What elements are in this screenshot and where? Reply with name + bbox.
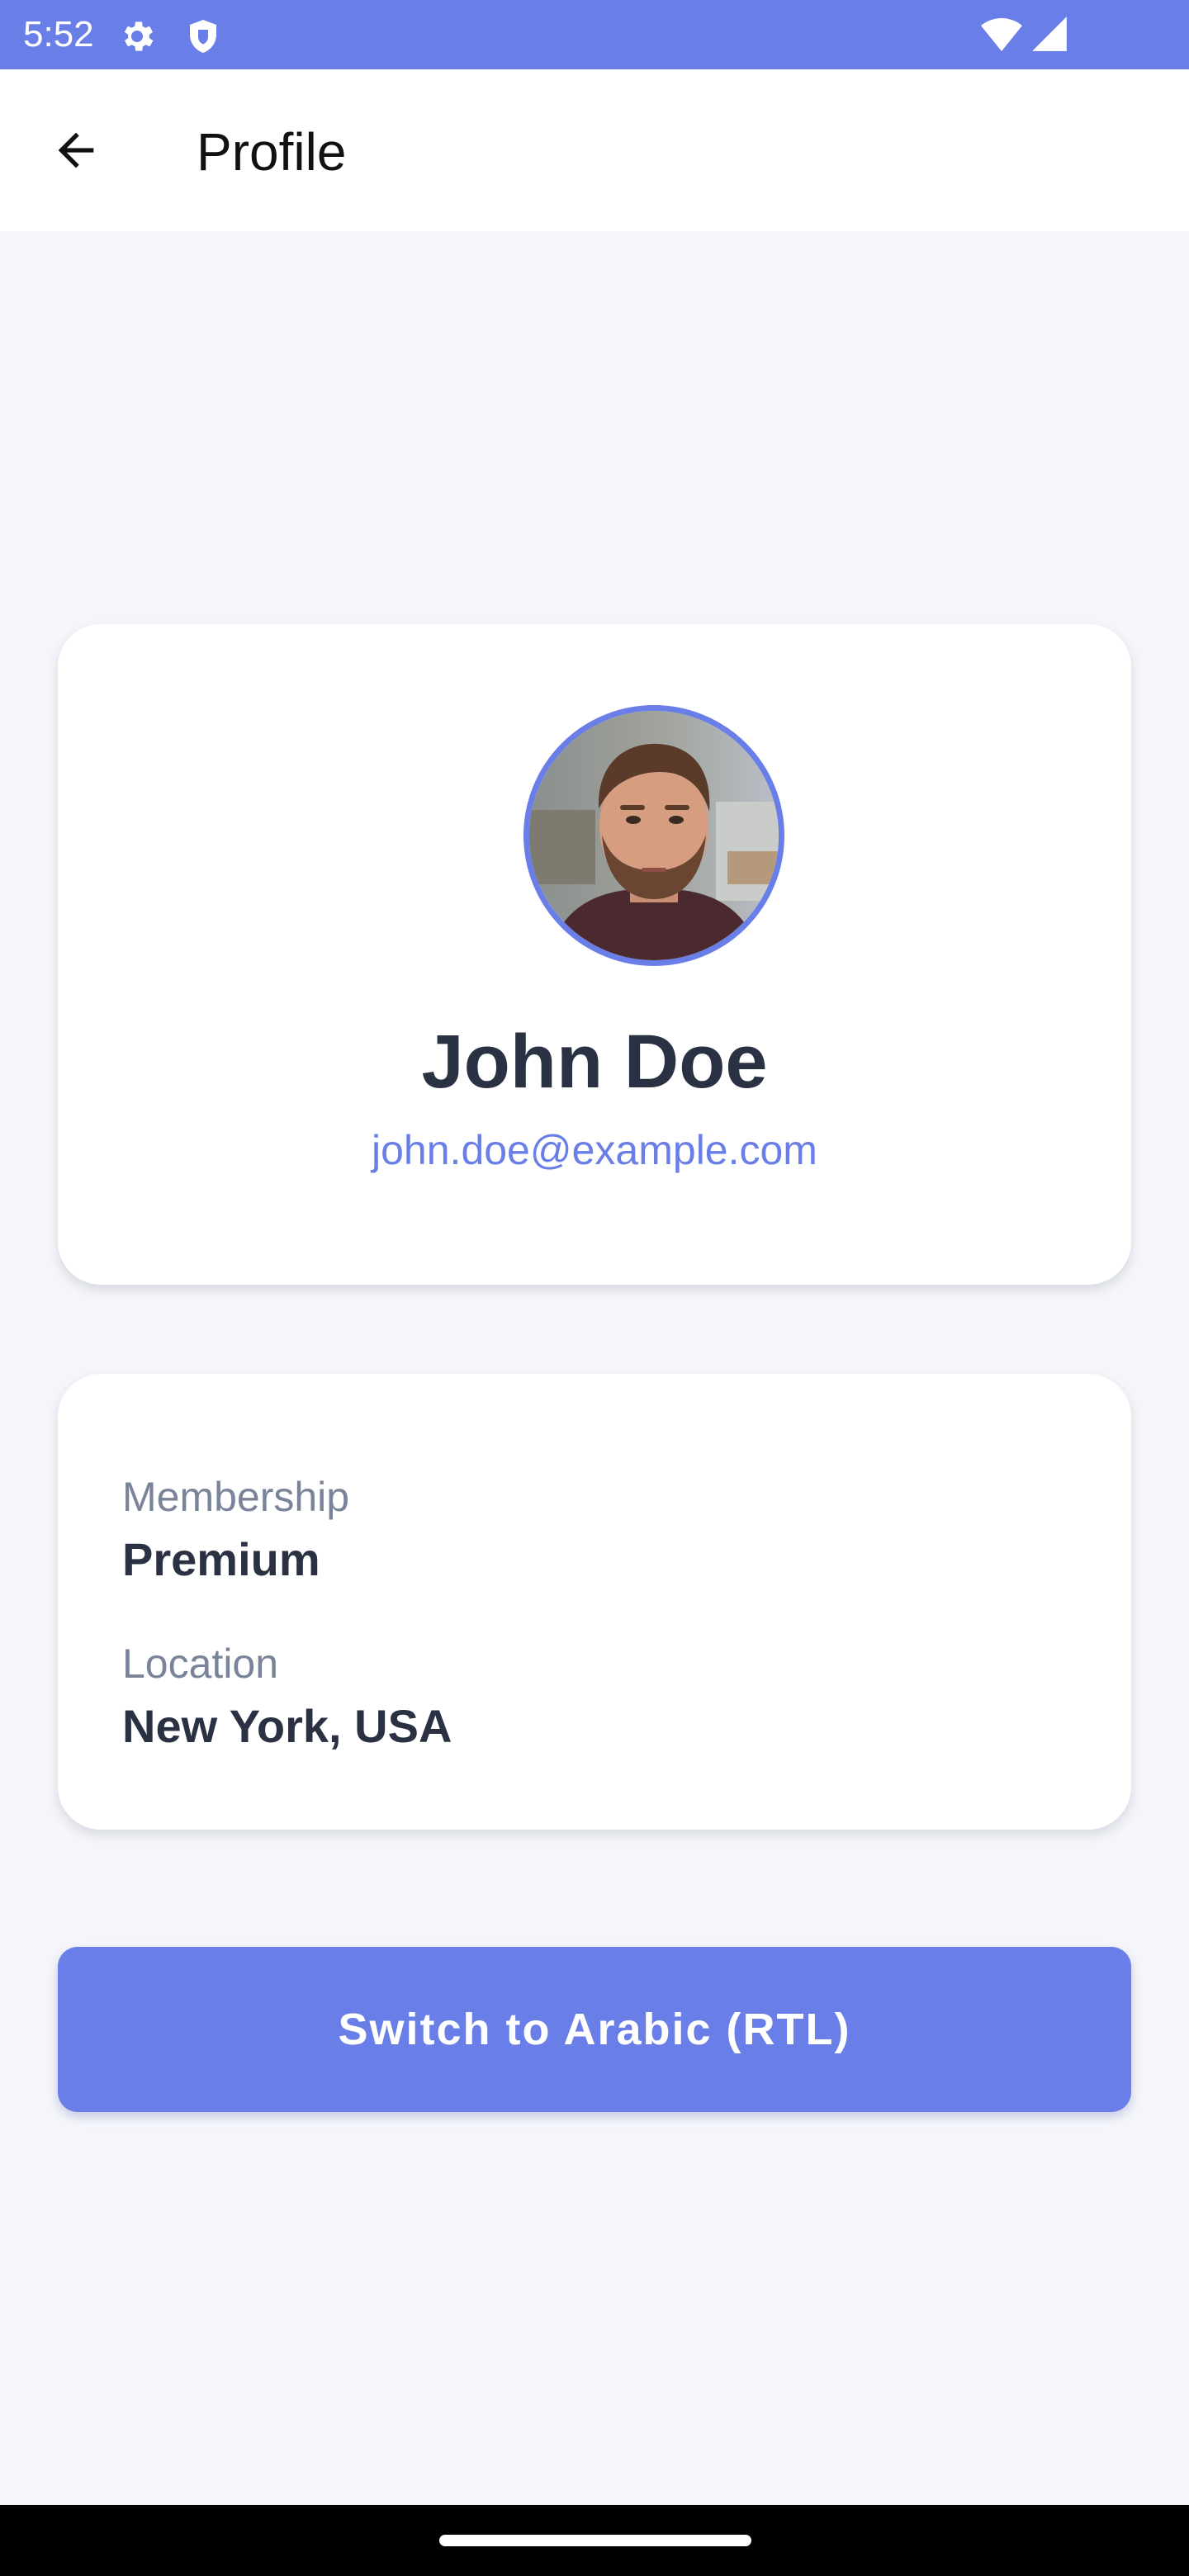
membership-label: Membership	[122, 1474, 350, 1520]
status-time: 5:52	[23, 14, 94, 54]
user-name: John Doe	[421, 1020, 768, 1104]
location-value: New York, USA	[122, 1700, 452, 1752]
arrow-back-icon	[50, 124, 102, 181]
user-email: john.doe@example.com	[372, 1127, 817, 1173]
back-button[interactable]	[38, 114, 114, 190]
status-bar: 5:52	[0, 0, 1189, 69]
profile-card: John Doe john.doe@example.com	[58, 624, 1131, 1285]
gear-icon	[117, 17, 157, 60]
info-card: Membership Premium Location New York, US…	[58, 1374, 1131, 1830]
switch-to-arabic-button[interactable]: Switch to Arabic (RTL)	[58, 1947, 1131, 2112]
app-bar	[0, 69, 1189, 231]
signal-icon	[1029, 13, 1070, 59]
shield-icon	[183, 17, 223, 60]
system-nav-bar	[0, 2505, 1189, 2576]
home-indicator[interactable]	[439, 2535, 751, 2546]
avatar	[523, 705, 784, 966]
wifi-icon	[979, 15, 1024, 59]
location-label: Location	[122, 1641, 279, 1687]
membership-value: Premium	[122, 1533, 320, 1585]
page-title: Profile	[197, 122, 347, 182]
